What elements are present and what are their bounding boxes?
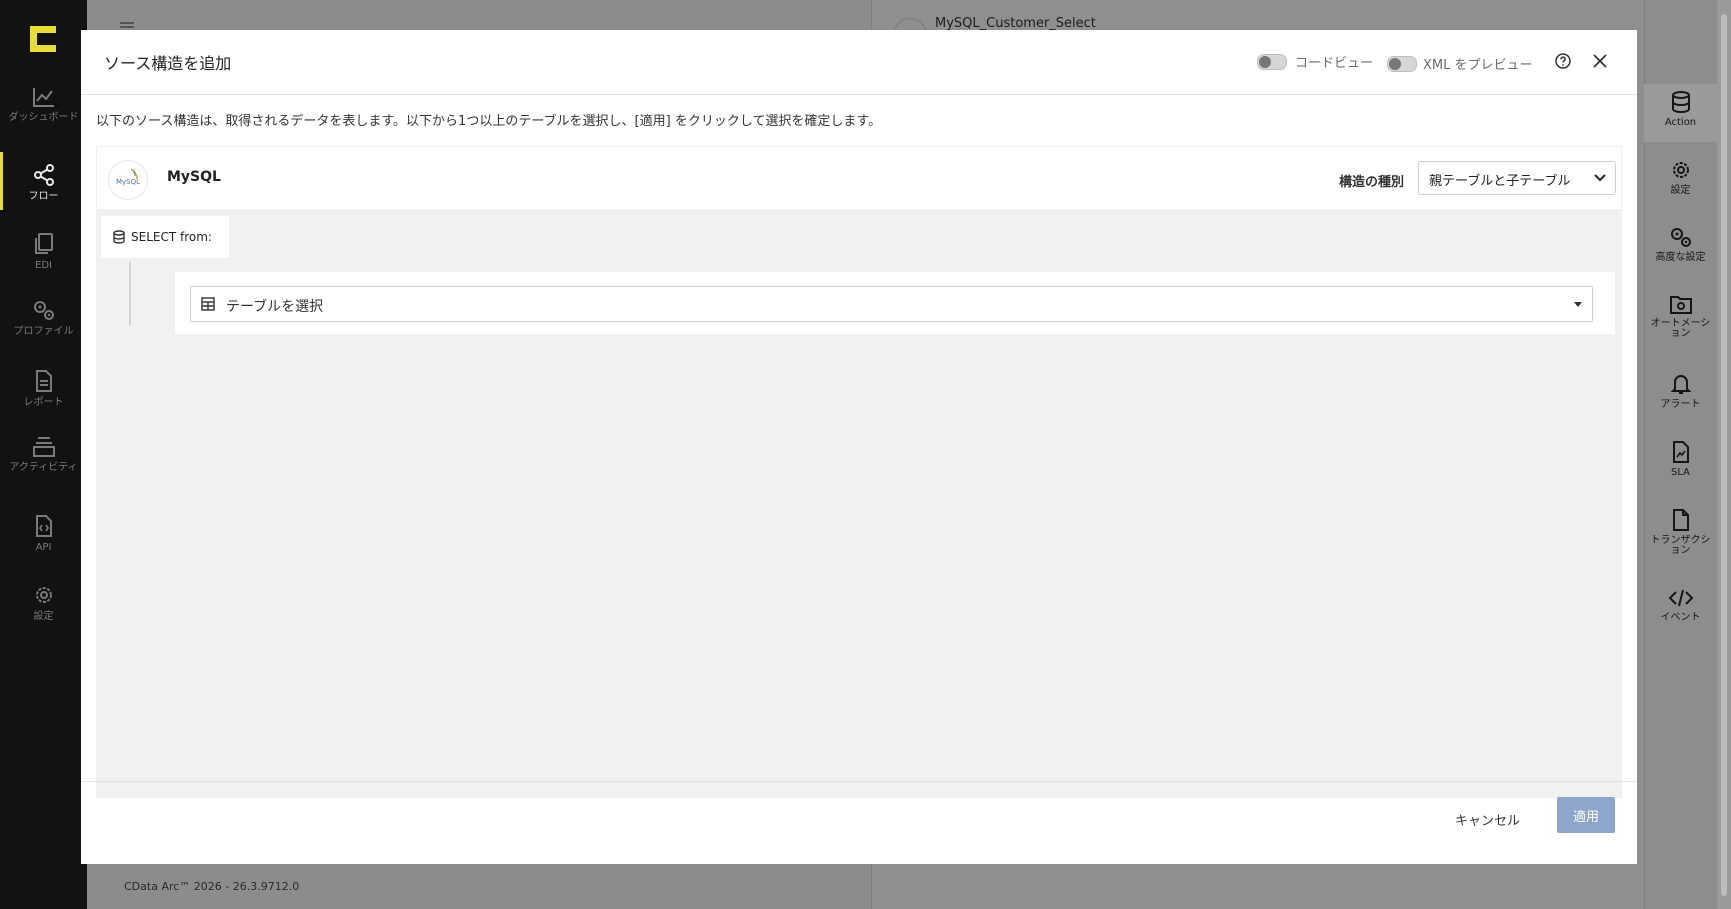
- structure-type-select[interactable]: 親テーブルと子テーブル: [1418, 161, 1616, 195]
- nav-item-settings[interactable]: 設定: [0, 583, 87, 622]
- nav-item-label: レポート: [23, 397, 64, 408]
- nav-item-label: プロファイル: [13, 326, 74, 337]
- gears-icon: [1670, 228, 1691, 247]
- code-icon: [1668, 589, 1693, 607]
- file-chart-icon: [1672, 441, 1689, 463]
- chevron-down-icon: [1594, 174, 1606, 182]
- nav-item-label: 設定: [33, 611, 54, 622]
- right-nav-label: トランザクション: [1650, 535, 1711, 556]
- source-name: MySQL: [167, 169, 221, 185]
- cdata-logo[interactable]: [30, 26, 56, 52]
- nav-item-label: EDI: [35, 260, 52, 271]
- right-nav-sla[interactable]: SLA: [1644, 440, 1717, 478]
- right-nav-label: Action: [1664, 117, 1697, 128]
- right-nav-label: SLA: [1671, 467, 1690, 478]
- nav-item-label: ダッシュボード: [8, 112, 79, 123]
- right-nav-transactions[interactable]: トランザクション: [1644, 508, 1717, 556]
- right-nav-action[interactable]: Action: [1644, 84, 1717, 142]
- dialog-description: 以下のソース構造は、取得されるデータを表します。以下から1つ以上のテーブルを選択…: [96, 114, 882, 129]
- right-nav-advanced-settings[interactable]: 高度な設定: [1644, 225, 1717, 263]
- structure-type-value: 親テーブルと子テーブル: [1429, 174, 1571, 189]
- nav-item-edi[interactable]: EDI: [0, 232, 87, 271]
- caret-down-icon: [1574, 302, 1582, 307]
- table-select-dropdown[interactable]: テーブルを選択: [190, 286, 1593, 322]
- nav-item-profile[interactable]: プロファイル: [0, 298, 87, 337]
- code-view-label: コードビュー: [1295, 56, 1374, 71]
- cancel-button[interactable]: キャンセル: [1451, 802, 1524, 836]
- copy-files-icon: [34, 233, 53, 254]
- bell-icon: [1670, 375, 1691, 394]
- flow-title: MySQL_Customer_Select: [935, 16, 1096, 31]
- nav-item-label: API: [35, 542, 52, 553]
- gears-icon: [33, 301, 54, 320]
- source-header: MySQL MySQL 構造の種別 親テーブルと子テーブル: [96, 146, 1622, 210]
- mysql-logo: MySQL: [108, 160, 148, 200]
- share-nodes-icon: [33, 164, 54, 186]
- dialog-title: ソース構造を追加: [104, 54, 232, 73]
- right-nav-label: オートメーション: [1650, 318, 1711, 339]
- version-label: CData Arc™ 2026 - 26.3.9712.0: [124, 880, 300, 893]
- help-icon[interactable]: [1555, 53, 1571, 69]
- database-icon: [113, 230, 125, 244]
- tree-connector-line: [129, 262, 131, 326]
- right-nav-label: 設定: [1670, 185, 1691, 196]
- layers-icon: [32, 437, 55, 457]
- chart-line-icon: [32, 88, 54, 107]
- mysql-dolphin-icon: MySQL: [116, 168, 140, 186]
- dialog-footer: キャンセル 適用: [81, 781, 1637, 865]
- table-select-placeholder: テーブルを選択: [226, 299, 324, 315]
- close-icon[interactable]: [1593, 54, 1607, 68]
- nav-item-activity[interactable]: アクティビティ: [0, 436, 87, 473]
- code-view-toggle[interactable]: [1257, 54, 1287, 70]
- gear-icon: [1672, 162, 1689, 178]
- apply-button[interactable]: 適用: [1557, 797, 1615, 833]
- right-nav-settings[interactable]: 設定: [1644, 158, 1717, 196]
- right-nav-label: 高度な設定: [1655, 252, 1706, 263]
- svg-text:MySQL: MySQL: [116, 178, 140, 186]
- table-icon: [201, 297, 215, 311]
- right-nav-label: アラート: [1660, 399, 1701, 410]
- database-icon: [1671, 91, 1690, 114]
- right-nav-automation[interactable]: オートメーション: [1644, 293, 1717, 339]
- right-nav-label: イベント: [1660, 612, 1701, 623]
- nav-item-api[interactable]: API: [0, 514, 87, 553]
- table-select-row: テーブルを選択: [175, 272, 1615, 334]
- dialog-header: ソース構造を追加 コードビュー XML をプレビュー: [81, 30, 1637, 95]
- file-text-icon: [35, 370, 52, 392]
- source-structure-panel: MySQL MySQL 構造の種別 親テーブルと子テーブル SELECT fro…: [96, 146, 1622, 798]
- xml-preview-label: XML をプレビュー: [1423, 58, 1533, 73]
- select-from-label: SELECT from:: [131, 230, 212, 244]
- file-icon: [1672, 509, 1689, 531]
- nav-item-report[interactable]: レポート: [0, 369, 87, 408]
- right-nav-events[interactable]: イベント: [1644, 587, 1717, 623]
- left-nav: ダッシュボード フロー EDI プロファイル レポート アクティビティ API …: [0, 0, 87, 909]
- select-from-node[interactable]: SELECT from:: [101, 216, 229, 258]
- nav-item-label: アクティビティ: [9, 462, 78, 473]
- right-nav-alerts[interactable]: アラート: [1644, 372, 1717, 410]
- structure-type-label: 構造の種別: [1339, 175, 1405, 190]
- gear-icon: [35, 587, 52, 603]
- hamburger-menu-icon: [120, 22, 134, 24]
- nav-item-dashboard[interactable]: ダッシュボード: [0, 86, 87, 123]
- nav-item-label: フロー: [28, 191, 59, 202]
- page-scrollbar-thumb[interactable]: [1721, 14, 1727, 896]
- xml-preview-toggle[interactable]: [1387, 56, 1417, 72]
- nav-item-flow[interactable]: フロー: [0, 163, 87, 202]
- file-code-icon: [35, 515, 52, 537]
- folder-gear-icon: [1669, 296, 1692, 314]
- add-source-structure-dialog: ソース構造を追加 コードビュー XML をプレビュー 以下のソース構造は、取得さ…: [81, 30, 1637, 864]
